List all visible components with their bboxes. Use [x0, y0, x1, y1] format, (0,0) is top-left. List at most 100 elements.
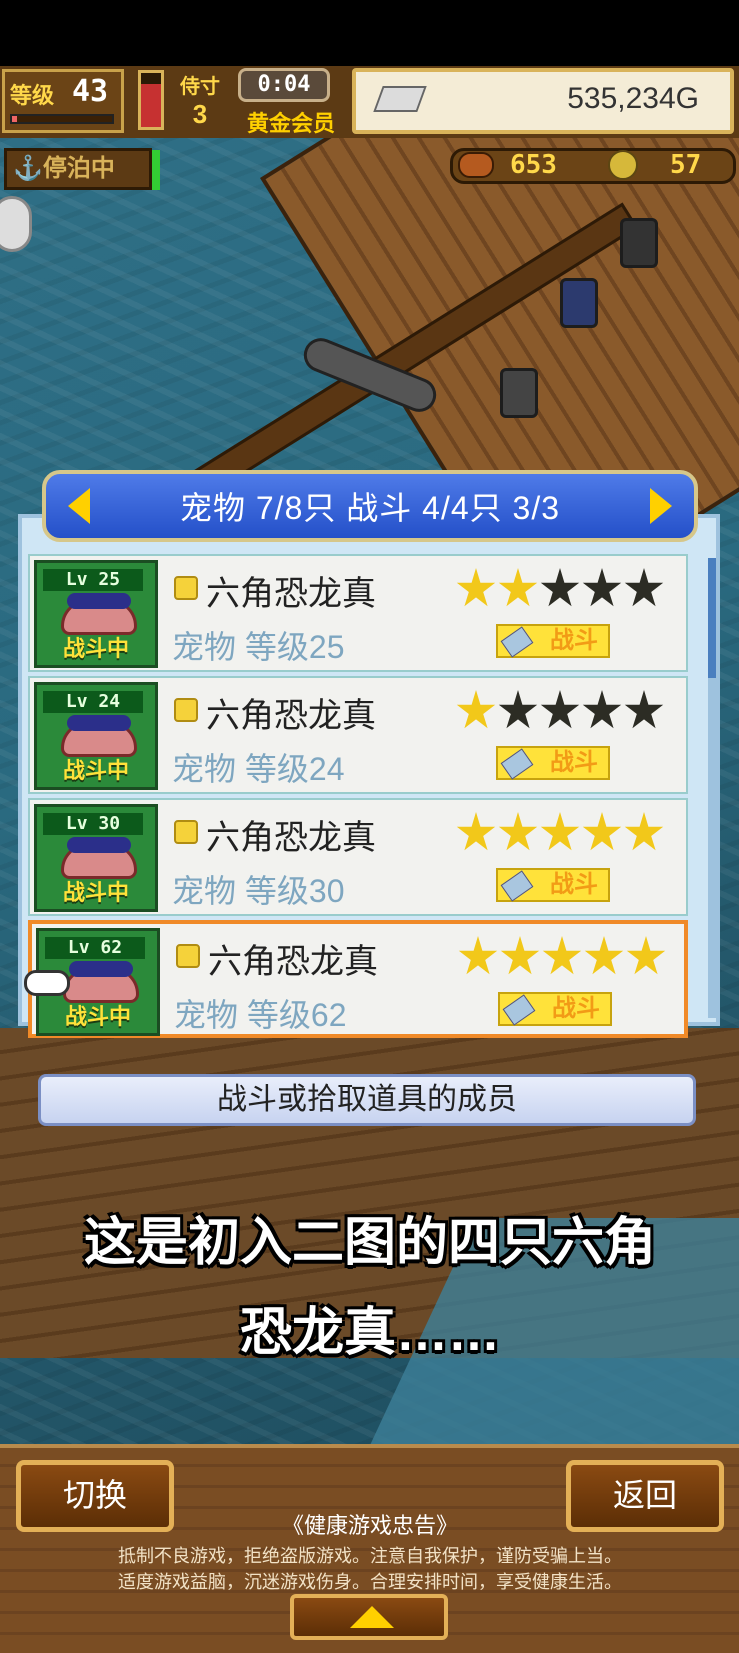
coin-count: 57: [670, 150, 702, 180]
dock-progress: [152, 150, 160, 190]
pet-status: 战斗中: [62, 636, 129, 661]
coin-icon: [608, 150, 638, 180]
battle-role-badge[interactable]: 战斗: [496, 746, 610, 780]
pet-rating: [456, 812, 666, 856]
star-icon: [498, 812, 538, 851]
pet-status: 战斗中: [64, 1004, 131, 1029]
pet-list-scrollbar[interactable]: [708, 558, 716, 1018]
star-icon: [542, 936, 582, 975]
crew-sprite: [500, 368, 538, 418]
pet-level-text: 宠物 等级25: [172, 629, 345, 665]
sword-icon: [500, 870, 534, 902]
pointer-hand-icon: [24, 970, 70, 996]
star-icon: [624, 812, 664, 851]
pet-level-badge: Lv 24: [43, 691, 143, 713]
star-icon: [582, 690, 622, 729]
battle-role-badge[interactable]: 战斗: [498, 992, 612, 1026]
pet-type-icon: [174, 576, 198, 600]
dock-status[interactable]: ⚓停泊中: [4, 148, 152, 190]
pet-level-badge: Lv 25: [43, 569, 143, 591]
battle-role-label: 战斗: [552, 995, 600, 1022]
pet-headband: [69, 961, 133, 977]
scrollbar-thumb[interactable]: [708, 558, 716, 678]
xp-bar: [10, 114, 114, 124]
subtitle-line-1: 这是初入二图的四只六角: [83, 1214, 656, 1272]
pet-level-text: 宠物 等级24: [172, 751, 345, 787]
battle-role-badge[interactable]: 战斗: [496, 624, 610, 658]
subtitle-line-2: 恐龙真……: [239, 1304, 500, 1362]
pet-level-badge: Lv 62: [45, 937, 145, 959]
star-icon: [624, 690, 664, 729]
battle-role-label: 战斗: [550, 627, 598, 654]
prev-page-arrow-icon[interactable]: [68, 488, 90, 524]
battle-role-badge[interactable]: 战斗: [496, 868, 610, 902]
meat-icon: [458, 152, 494, 178]
sword-icon: [500, 748, 534, 780]
sword-icon: [502, 994, 536, 1026]
star-icon: [584, 936, 624, 975]
pet-row[interactable]: Lv 30 战斗中 六角恐龙真 宠物 等级30 战斗: [28, 798, 688, 916]
pet-row[interactable]: Lv 25 战斗中 六角恐龙真宠物 等级25 战斗: [28, 554, 688, 672]
health-notice-title: 《健康游戏忠告》: [281, 1513, 458, 1538]
pet-headband: [67, 715, 131, 731]
star-icon: [458, 936, 498, 975]
trophy-label: 侍寸: [180, 76, 220, 98]
up-arrow-icon: [350, 1606, 394, 1628]
chat-bubble-button[interactable]: [0, 196, 32, 252]
star-icon: [456, 690, 496, 729]
membership-badge[interactable]: 黄金会员: [236, 106, 346, 138]
trophy-count: 3: [192, 99, 208, 129]
player-level: 43: [72, 74, 109, 109]
pet-rating: [458, 936, 668, 980]
pet-name: 六角恐龙真: [208, 943, 378, 981]
pet-type-icon: [174, 698, 198, 722]
stamina-gauge-fill: [141, 83, 161, 127]
pet-status: 战斗中: [62, 880, 129, 905]
expand-menu-button[interactable]: [290, 1594, 448, 1640]
star-icon: [540, 690, 580, 729]
dialog-title: 宠物 7/8只 战斗 4/4只 3/3: [179, 490, 561, 526]
level-label: 等级: [10, 83, 55, 108]
pet-dialog: 宠物 7/8只 战斗 4/4只 3/3 Lv 25 战斗中 六角恐龙真 宠物 等级25…: [18, 470, 720, 1070]
pet-level-text: 宠物 等级62: [174, 997, 347, 1033]
pet-type-icon: [174, 820, 198, 844]
battle-role-label: 战斗: [550, 749, 598, 776]
pet-level-text: 宠物 等级30: [172, 873, 345, 909]
pet-thumbnail: Lv 30 战斗中: [34, 804, 158, 912]
stamina-gauge: [138, 70, 164, 130]
pet-thumbnail: Lv 25 战斗中: [34, 560, 158, 668]
star-icon: [540, 812, 580, 851]
pet-name: 六角恐龙真: [206, 575, 376, 613]
star-icon: [456, 812, 496, 851]
crew-sprite: [620, 218, 658, 268]
play-clock: 0:04: [238, 68, 330, 102]
battle-role-label: 战斗: [550, 871, 598, 898]
xp-bar-fill: [12, 116, 17, 122]
pet-status: 战斗中: [62, 758, 129, 783]
crew-sprite: [560, 278, 598, 328]
next-page-arrow-icon[interactable]: [650, 488, 672, 524]
pet-headband: [67, 593, 131, 609]
health-notice-line-1: 抵制不良游戏，拒绝盗版游戏。注意自我保护，谨防受骗上当。: [118, 1546, 622, 1566]
star-icon: [582, 812, 622, 851]
sword-icon: [500, 626, 534, 658]
trophy-counter[interactable]: 侍寸 3: [172, 70, 228, 130]
dialog-description: 战斗或拾取道具的成员: [38, 1074, 696, 1126]
anchor-icon: ⚓: [13, 155, 43, 182]
star-icon: [624, 568, 664, 607]
star-icon: [500, 936, 540, 975]
star-icon: [456, 568, 496, 607]
pet-level-badge: Lv 30: [43, 813, 143, 835]
pet-row[interactable]: Lv 62 战斗中 六角恐龙真宠物 等级62 战斗: [24, 920, 688, 1038]
dock-status-label: 停泊中: [42, 155, 115, 182]
star-icon: [626, 936, 666, 975]
pet-type-icon: [176, 944, 200, 968]
health-notice-line-2: 适度游戏益脑，沉迷游戏伤身。合理安排时间，享受健康生活。: [118, 1572, 622, 1592]
star-icon: [582, 568, 622, 607]
gold-amount: 535,234G: [567, 82, 699, 115]
pet-rating: [456, 690, 666, 734]
dialog-title-bar: 宠物 7/8只 战斗 4/4只 3/3: [42, 470, 698, 542]
food-count: 653: [510, 150, 557, 180]
pet-rating: [456, 568, 666, 612]
pet-row[interactable]: Lv 24 战斗中 六角恐龙真 宠物 等级24 战斗: [28, 676, 688, 794]
